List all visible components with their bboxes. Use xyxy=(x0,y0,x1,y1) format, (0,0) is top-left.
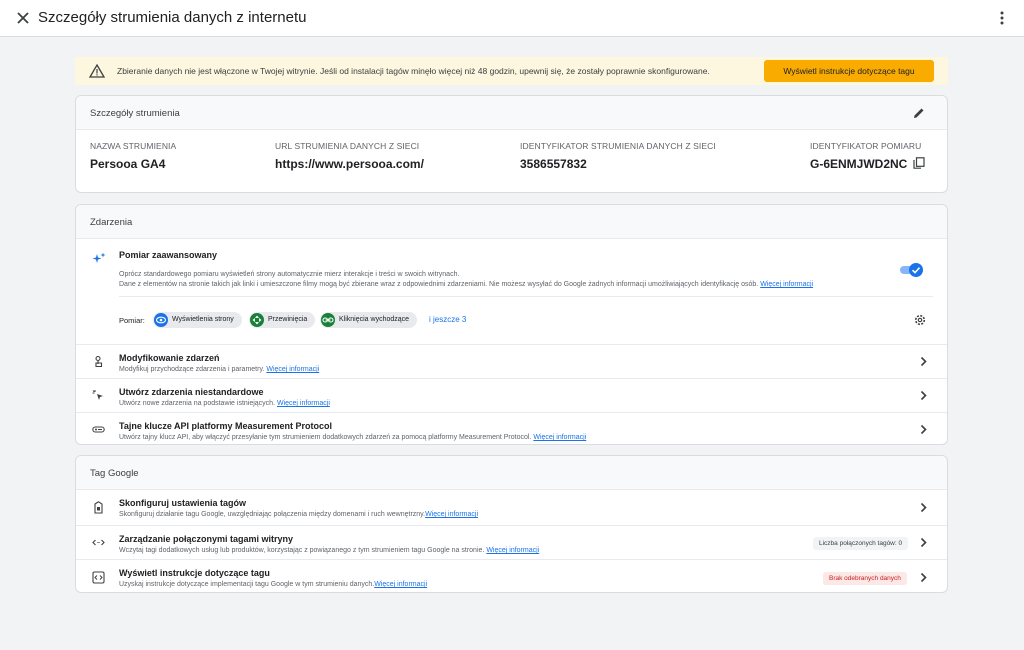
settings-gear-icon[interactable] xyxy=(913,313,927,327)
key-icon xyxy=(92,426,105,433)
list-item-create-custom-events[interactable]: Utwórz zdarzenia niestandardowe Utwórz n… xyxy=(76,378,947,412)
chevron-right-icon[interactable] xyxy=(919,502,928,513)
measurement-id-value: G-6ENMJWD2NC xyxy=(810,157,908,171)
learn-more-link[interactable]: Więcej informacji xyxy=(277,400,330,407)
chip-scrolls[interactable]: Przewinięcia xyxy=(249,312,316,328)
list-item-desc: Skonfiguruj działanie tagu Google, uwzgl… xyxy=(119,511,478,518)
list-item-connected-site-tags[interactable]: Zarządzanie połączonymi tagami witryny W… xyxy=(76,525,947,559)
list-item-api-secrets[interactable]: Tajne klucze API platformy Measurement P… xyxy=(76,412,947,444)
list-item-configure-tag[interactable]: Skonfiguruj ustawienia tagów Skonfiguruj… xyxy=(76,490,947,525)
list-item-desc: Modyfikuj przychodzące zdarzenia i param… xyxy=(119,366,320,373)
learn-more-link[interactable]: Więcej informacji xyxy=(760,281,813,288)
list-item-desc: Wczytaj tagi dodatkowych usług lub produ… xyxy=(119,547,540,554)
link-icon xyxy=(322,317,334,323)
chevron-right-icon[interactable] xyxy=(919,390,928,401)
chevron-right-icon[interactable] xyxy=(919,424,928,435)
list-item-modify-events[interactable]: Modyfikowanie zdarzeń Modyfikuj przychod… xyxy=(76,344,947,378)
scroll-icon xyxy=(252,315,262,325)
stream-url-value: https://www.persooa.com/ xyxy=(275,157,424,171)
measure-label: Pomiar: xyxy=(119,316,145,325)
sparkle-icon xyxy=(92,252,106,263)
learn-more-link[interactable]: Więcej informacji xyxy=(374,581,427,588)
list-item-desc: Uzyskaj instrukcje dotyczące implementac… xyxy=(119,581,428,588)
connected-tags-count-badge: Liczba połączonych tagów: 0 xyxy=(813,537,909,550)
warning-banner: Zbieranie danych nie jest włączone w Two… xyxy=(75,57,948,85)
edit-icon[interactable] xyxy=(912,106,926,120)
stream-name-label: NAZWA STRUMIENIA xyxy=(90,141,177,151)
page-title: Szczegóły strumienia danych z internetu xyxy=(38,9,307,26)
warning-icon xyxy=(89,63,105,78)
eye-icon xyxy=(155,316,167,324)
chip-outbound-clicks[interactable]: Kliknięcia wychodzące xyxy=(320,312,418,328)
more-vert-icon[interactable] xyxy=(994,9,1010,27)
stream-id-label: IDENTYFIKATOR STRUMIENIA DANYCH Z SIECI xyxy=(520,141,716,151)
stream-url-label: URL STRUMIENIA DANYCH Z SIECI xyxy=(275,141,420,151)
no-data-status-badge: Brak odebranych danych xyxy=(823,572,907,585)
events-card: Zdarzenia Pomiar zaawansowany Oprócz sta… xyxy=(75,204,948,445)
list-item-title: Tajne klucze API platformy Measurement P… xyxy=(119,421,333,431)
enhanced-measurement-desc: Oprócz standardowego pomiaru wyświetleń … xyxy=(119,271,460,278)
top-bar: Szczegóły strumienia danych z internetu xyxy=(0,0,1024,37)
google-tag-heading: Tag Google xyxy=(90,468,139,479)
list-item-title: Wyświetl instrukcje dotyczące tagu xyxy=(119,568,270,578)
more-measurements-link[interactable]: i jeszcze 3 xyxy=(429,315,466,324)
list-item-tag-instructions[interactable]: Wyświetl instrukcje dotyczące tagu Uzysk… xyxy=(76,559,947,592)
learn-more-link[interactable]: Więcej informacji xyxy=(425,511,478,518)
stream-details-heading: Szczegóły strumienia xyxy=(90,108,180,119)
list-item-desc: Utwórz nowe zdarzenia na podstawie istni… xyxy=(119,400,330,407)
list-item-desc: Utwórz tajny klucz API, aby włączyć prze… xyxy=(119,434,587,441)
warning-message: Zbieranie danych nie jest włączone w Two… xyxy=(117,66,710,76)
enhanced-measurement-desc-2: Dane z elementów na stronie takich jak l… xyxy=(119,281,814,288)
enhanced-measurement-toggle[interactable] xyxy=(900,263,923,277)
list-item-title: Skonfiguruj ustawienia tagów xyxy=(119,498,247,508)
stream-name-field: NAZWA STRUMIENIA Persooa GA4 xyxy=(90,141,176,171)
list-item-title: Modyfikowanie zdarzeń xyxy=(119,353,220,363)
learn-more-link[interactable]: Więcej informacji xyxy=(486,547,539,554)
close-icon[interactable] xyxy=(14,9,32,27)
check-icon xyxy=(911,267,921,274)
learn-more-link[interactable]: Więcej informacji xyxy=(266,366,319,373)
stream-name-value: Persooa GA4 xyxy=(90,157,166,171)
stream-id-value: 3586557832 xyxy=(520,157,587,171)
stream-url-field: URL STRUMIENIA DANYCH Z SIECI https://ww… xyxy=(275,141,424,171)
chip-page-views[interactable]: Wyświetlenia strony xyxy=(153,312,242,328)
tag-settings-icon xyxy=(94,501,103,514)
copy-icon[interactable] xyxy=(913,157,925,169)
view-tag-instructions-button[interactable]: Wyświetl instrukcje dotyczące tagu xyxy=(764,60,934,82)
click-icon xyxy=(92,390,103,400)
stream-details-card: Szczegóły strumienia NAZWA STRUMIENIA Pe… xyxy=(75,95,948,193)
code-box-icon xyxy=(92,571,105,584)
code-arrows-icon xyxy=(92,539,105,546)
list-item-title: Utwórz zdarzenia niestandardowe xyxy=(119,387,264,397)
stream-id-field: IDENTYFIKATOR STRUMIENIA DANYCH Z SIECI … xyxy=(520,141,716,171)
list-item-title: Zarządzanie połączonymi tagami witryny xyxy=(119,534,294,544)
divider xyxy=(119,296,933,297)
enhanced-measurement-title: Pomiar zaawansowany xyxy=(119,250,218,260)
learn-more-link[interactable]: Więcej informacji xyxy=(533,434,586,441)
touch-icon xyxy=(95,355,103,368)
google-tag-card: Tag Google Skonfiguruj ustawienia tagów … xyxy=(75,455,948,593)
chevron-right-icon[interactable] xyxy=(919,356,928,367)
events-heading: Zdarzenia xyxy=(90,217,133,228)
chevron-right-icon[interactable] xyxy=(919,572,928,583)
measurement-id-label: IDENTYFIKATOR POMIARU xyxy=(810,141,922,151)
measurement-id-field: IDENTYFIKATOR POMIARU G-6ENMJWD2NC xyxy=(810,141,925,171)
chevron-right-icon[interactable] xyxy=(919,537,928,548)
